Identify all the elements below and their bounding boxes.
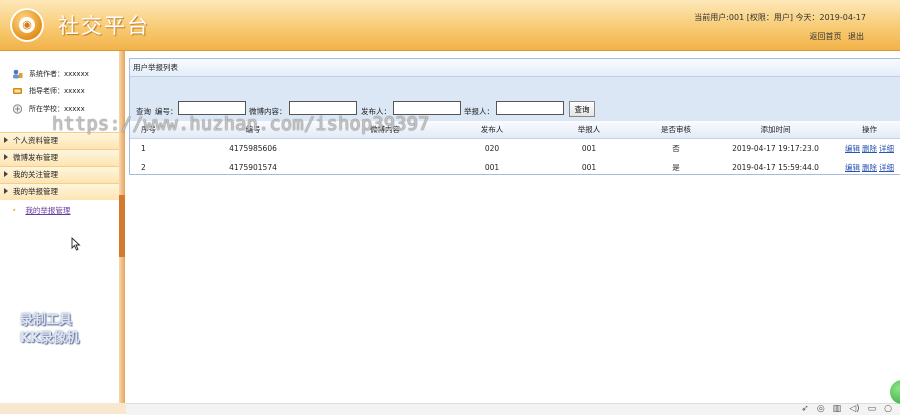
cell-reporter: 001 [581, 163, 597, 172]
author-info: 系统作者：xxxxxx [12, 68, 89, 80]
cell-publisher: 020 [484, 144, 500, 153]
panel-title: 用户举报列表 [130, 59, 900, 77]
back-home-link[interactable]: 返回首页 [809, 32, 841, 41]
col-id: 编号 [182, 121, 324, 139]
logo-mark: ◉ [19, 17, 35, 33]
recorder-watermark: 录制工具 KK录像机 [20, 312, 79, 348]
table-row: 2 4175901574 001 001 是 2019-04-17 15:59:… [130, 158, 900, 177]
sidebar: 系统作者：xxxxxx 指导老师：xxxxx 所在学校：xxxxx 个人资料管理… [0, 51, 119, 403]
green-badge-icon[interactable] [890, 380, 900, 404]
cell-reviewed: 否 [672, 144, 680, 153]
chevron-right-icon [4, 154, 8, 160]
author-label: 系统作者：xxxxxx [29, 70, 89, 78]
mouse-cursor-icon [71, 237, 81, 251]
search-prefix: 查询 [136, 107, 151, 116]
cell-reviewed: 是 [672, 163, 680, 172]
teacher-icon [13, 88, 22, 94]
chevron-right-icon [4, 137, 8, 143]
report-list-panel: 用户举报列表 查询 编号： 微博内容： 发布人： 举报人： 查询 序号 编号 微… [129, 58, 900, 175]
header: ◉ 社交平台 当前用户:001 [权限：用户] 今天：2019-04-17 返回… [0, 0, 900, 51]
menu-follow[interactable]: 我的关注管理 [0, 166, 119, 183]
search-content-input[interactable] [289, 101, 357, 115]
col-time: 添加时间 [712, 121, 839, 139]
school-info: 所在学校：xxxxx [12, 103, 85, 115]
window-icon[interactable]: ▭ [868, 404, 877, 414]
submenu-my-reports[interactable]: 我的举报管理 [12, 205, 70, 216]
search-id-input[interactable] [178, 101, 246, 115]
chevron-right-icon [4, 188, 8, 194]
user-info: 当前用户:001 [权限：用户] 今天：2019-04-17 [694, 13, 866, 22]
cell-publisher: 001 [484, 163, 500, 172]
teacher-label: 指导老师：xxxxx [29, 87, 85, 95]
table-row: 1 4175985606 020 001 否 2019-04-17 19:17:… [130, 139, 900, 159]
search-reporter-input[interactable] [496, 101, 564, 115]
site-title: 社交平台 [58, 14, 150, 38]
chevron-right-icon [4, 171, 8, 177]
table-header-row: 序号 编号 微博内容 发布人 举报人 是否审核 添加时间 操作 [130, 121, 900, 139]
detail-link[interactable]: 详细 [879, 163, 894, 172]
menu-report-label: 我的举报管理 [13, 187, 58, 196]
status-bar [126, 403, 900, 415]
edit-link[interactable]: 编辑 [845, 144, 860, 153]
menu-weibo[interactable]: 微博发布管理 [0, 149, 119, 166]
tray-icons: ➶ ◎ ▥ ◁) ▭ ○ [793, 404, 892, 414]
settings-icon[interactable]: ◎ [817, 404, 825, 414]
logo: ◉ [10, 8, 44, 42]
recorder-line2: KK录像机 [20, 331, 80, 346]
search-content-label: 微博内容： [249, 107, 287, 116]
menu-report[interactable]: 我的举报管理 [0, 183, 119, 200]
logout-link[interactable]: 退出 [848, 32, 864, 41]
search-icon[interactable]: ○ [884, 404, 892, 414]
sidebar-footer [0, 403, 126, 414]
pointer-icon[interactable]: ➶ [801, 404, 809, 414]
recorder-line1: 录制工具 [20, 313, 73, 328]
cell-content [324, 139, 446, 159]
col-publisher: 发布人 [446, 121, 538, 139]
edit-link[interactable]: 编辑 [845, 163, 860, 172]
cell-ops: 编辑 删除 详细 [839, 158, 900, 177]
cell-id: 4175901574 [229, 163, 277, 172]
menu-follow-label: 我的关注管理 [13, 170, 58, 179]
menu-profile[interactable]: 个人资料管理 [0, 132, 119, 149]
search-id-label: 编号： [155, 107, 178, 116]
volume-icon[interactable]: ◁) [849, 404, 859, 414]
menu-profile-label: 个人资料管理 [13, 136, 58, 145]
col-seq: 序号 [130, 121, 182, 139]
search-publisher-input[interactable] [393, 101, 461, 115]
cell-content [324, 158, 446, 177]
menu-weibo-label: 微博发布管理 [13, 153, 58, 162]
cell-id: 4175985606 [229, 144, 277, 153]
report-table: 序号 编号 微博内容 发布人 举报人 是否审核 添加时间 操作 1 417598… [130, 121, 900, 177]
cell-ops: 编辑 删除 详细 [839, 139, 900, 159]
col-reporter: 举报人 [538, 121, 640, 139]
trash-icon[interactable]: ▥ [833, 404, 842, 414]
col-ops: 操作 [839, 121, 900, 139]
delete-link[interactable]: 删除 [862, 163, 877, 172]
delete-link[interactable]: 删除 [862, 144, 877, 153]
divider-handle[interactable] [119, 195, 125, 257]
search-publisher-label: 发布人： [361, 107, 391, 116]
detail-link[interactable]: 详细 [879, 144, 894, 153]
school-icon [12, 104, 23, 114]
cell-reporter: 001 [581, 144, 597, 153]
person-icon [13, 69, 23, 79]
cell-seq: 2 [141, 163, 146, 172]
col-reviewed: 是否审核 [640, 121, 712, 139]
search-bar: 查询 编号： 微博内容： 发布人： 举报人： 查询 [130, 77, 900, 122]
col-content: 微博内容 [324, 121, 446, 139]
cell-time: 2019-04-17 19:17:23.0 [732, 144, 819, 153]
teacher-info: 指导老师：xxxxx [12, 85, 85, 97]
cell-seq: 1 [141, 144, 146, 153]
header-links: 返回首页 退出 [805, 31, 864, 42]
cell-time: 2019-04-17 15:59:44.0 [732, 163, 819, 172]
search-button[interactable]: 查询 [569, 101, 595, 117]
search-reporter-label: 举报人： [464, 107, 494, 116]
school-label: 所在学校：xxxxx [29, 105, 85, 113]
